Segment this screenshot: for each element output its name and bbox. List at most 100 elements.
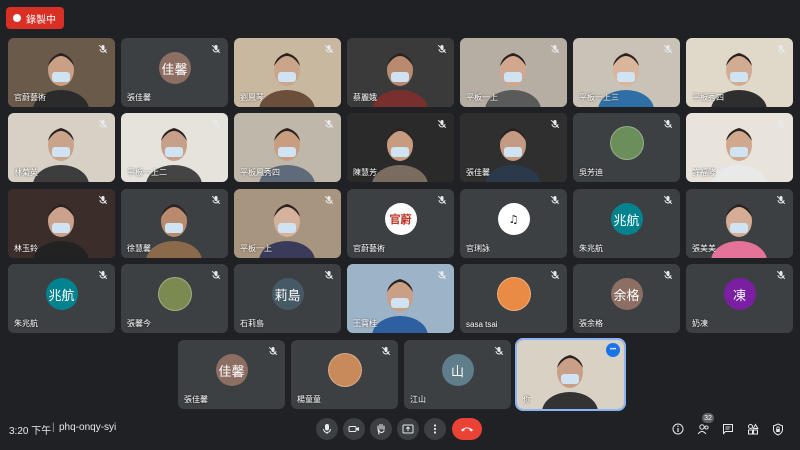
- participant-tile[interactable]: 兆航 朱兆航: [8, 264, 115, 333]
- participant-tile[interactable]: 余格 張余格: [573, 264, 680, 333]
- participant-name: 張佳馨: [466, 168, 490, 177]
- participant-tile[interactable]: 林玉鈴: [8, 189, 115, 258]
- participant-name: 張佳馨: [184, 395, 208, 404]
- participant-name: 你: [523, 395, 531, 404]
- mic-off-icon: [437, 195, 447, 205]
- self-tile[interactable]: 你 •••: [515, 338, 626, 411]
- participant-name: 平板一上: [240, 244, 272, 253]
- mic-off-icon: [776, 44, 786, 54]
- participant-tile[interactable]: 平板一上: [234, 189, 341, 258]
- mic-off-icon: [324, 44, 334, 54]
- participant-tile[interactable]: 莉島 石莉島: [234, 264, 341, 333]
- participant-tile[interactable]: 王寶桂: [347, 264, 454, 333]
- participant-name: 許福隆: [692, 168, 716, 177]
- mic-off-icon: [381, 346, 391, 356]
- participant-tile[interactable]: 平板鳳秀四: [234, 113, 341, 182]
- participant-tile[interactable]: 楊童童: [291, 340, 398, 409]
- participant-name: 陳慧芳: [353, 168, 377, 177]
- camera-button[interactable]: [343, 418, 365, 440]
- participant-tile[interactable]: 林菊英: [8, 113, 115, 182]
- raise-hand-button[interactable]: [370, 418, 392, 440]
- participant-tile[interactable]: 張佳馨: [460, 113, 567, 182]
- tile-more-options-icon[interactable]: •••: [606, 343, 620, 357]
- participant-name: 蔡麗娥: [353, 93, 377, 102]
- participant-tile[interactable]: 吳芳迪: [573, 113, 680, 182]
- participant-tile[interactable]: 平板一上二: [121, 113, 228, 182]
- people-count-badge: 32: [702, 413, 714, 423]
- more-vert-icon: [433, 424, 437, 434]
- mic-off-icon: [268, 346, 278, 356]
- profile-picture: [157, 277, 192, 312]
- host-controls-button[interactable]: [769, 420, 787, 438]
- hand-icon: [377, 423, 385, 435]
- shapes-icon: [748, 423, 759, 435]
- present-button[interactable]: [397, 418, 419, 440]
- mic-off-icon: [437, 119, 447, 129]
- mic-off-icon: [98, 270, 108, 280]
- participant-tile[interactable]: 官蔚 官蔚藝術: [347, 189, 454, 258]
- participant-tile[interactable]: 平板秀四: [686, 38, 793, 107]
- mic-off-icon: [211, 119, 221, 129]
- mic-off-icon: [211, 270, 221, 280]
- participant-name: 奶凍: [692, 319, 708, 328]
- mic-off-icon: [550, 195, 560, 205]
- end-call-button[interactable]: [452, 418, 482, 440]
- participant-tile[interactable]: 平板一上: [460, 38, 567, 107]
- profile-picture: [496, 277, 531, 312]
- mic-off-icon: [437, 270, 447, 280]
- participant-name: 官蔚藝術: [14, 93, 46, 102]
- participant-name: 平板鳳秀四: [240, 168, 280, 177]
- participant-tile[interactable]: 劉鳳琴: [234, 38, 341, 107]
- participant-name: 張美美: [692, 244, 716, 253]
- mic-off-icon: [98, 119, 108, 129]
- mic-off-icon: [324, 119, 334, 129]
- avatar: 凍: [723, 278, 756, 311]
- participant-name: 平板一上: [466, 93, 498, 102]
- participant-tile[interactable]: 陳慧芳: [347, 113, 454, 182]
- profile-picture: 官蔚: [384, 203, 417, 236]
- profile-picture: [609, 126, 644, 161]
- mic-off-icon: [98, 44, 108, 54]
- participant-tile[interactable]: 蔡麗娥: [347, 38, 454, 107]
- participant-name: 楊童童: [297, 395, 321, 404]
- chat-button[interactable]: [719, 420, 737, 438]
- participant-tile[interactable]: 山江山: [404, 340, 511, 409]
- participant-tile[interactable]: 佳馨 張佳馨: [121, 38, 228, 107]
- video-camera-icon: [348, 426, 359, 432]
- participant-tile[interactable]: 官蔚藝術: [8, 38, 115, 107]
- shield-lock-icon: [773, 422, 783, 436]
- avatar: 兆航: [610, 203, 643, 236]
- participant-tile[interactable]: 凍奶凍: [686, 264, 793, 333]
- microphone-icon: [323, 424, 331, 434]
- more-options-button[interactable]: [424, 418, 446, 440]
- meeting-time: 3:20 下午: [9, 426, 52, 437]
- participant-grid: 官蔚藝術 佳馨 張佳馨 劉鳳琴 蔡麗娥 平板一上 平板一上三 平板秀四 林菊英 平板一上二 平板鳳秀…: [0, 0, 800, 420]
- participant-name: 平板秀四: [692, 93, 724, 102]
- bottom-bar: 3:20 下午 | phq-onqy-syi 32: [0, 410, 800, 450]
- participant-tile[interactable]: 佳馨 張佳馨: [178, 340, 285, 409]
- participant-name: 江山: [410, 395, 426, 404]
- avatar: 莉島: [271, 278, 304, 311]
- participant-tile[interactable]: ♫ 官琍詠: [460, 189, 567, 258]
- activities-button[interactable]: [744, 420, 762, 438]
- participant-tile[interactable]: 張馨今: [121, 264, 228, 333]
- mic-off-icon: [550, 270, 560, 280]
- mic-button[interactable]: [316, 418, 338, 440]
- avatar: 兆航: [45, 278, 78, 311]
- mic-off-icon: [663, 44, 673, 54]
- participant-tile[interactable]: 許福隆: [686, 113, 793, 182]
- profile-picture: [327, 353, 362, 388]
- participant-tile[interactable]: 張美美: [686, 189, 793, 258]
- participant-tile[interactable]: 徐慧馨: [121, 189, 228, 258]
- participant-tile[interactable]: sasa tsai: [460, 264, 567, 333]
- avatar: 余格: [610, 278, 643, 311]
- info-icon: [672, 423, 684, 435]
- participant-tile[interactable]: 平板一上三: [573, 38, 680, 107]
- participant-name: 林菊英: [14, 168, 38, 177]
- profile-picture: ♫: [497, 203, 530, 236]
- meeting-details-button[interactable]: [669, 420, 687, 438]
- participant-name: 張佳馨: [127, 93, 151, 102]
- participant-name: 吳芳迪: [579, 168, 603, 177]
- participant-tile[interactable]: 兆航 朱兆航: [573, 189, 680, 258]
- mic-off-icon: [776, 270, 786, 280]
